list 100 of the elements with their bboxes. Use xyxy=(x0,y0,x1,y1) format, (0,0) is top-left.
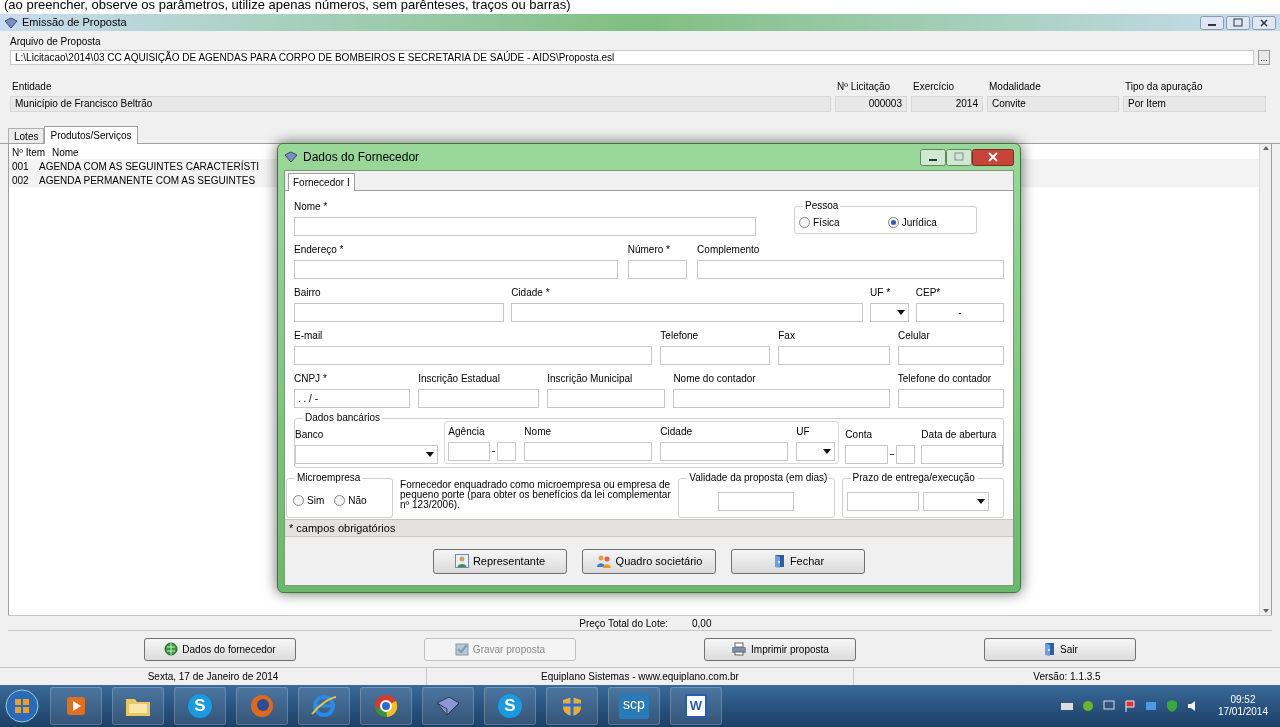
window-title: Emissão de Proposta xyxy=(22,15,127,31)
dash-icon xyxy=(889,453,894,456)
input-field[interactable] xyxy=(673,389,890,408)
document-icon: W xyxy=(685,694,707,718)
tab[interactable]: Produtos/Serviços xyxy=(44,126,138,144)
field-label: Fax xyxy=(778,329,796,343)
field-label: UF * xyxy=(870,286,892,300)
field-label: Nome xyxy=(524,425,553,439)
taskbar-app[interactable] xyxy=(298,687,350,725)
maximize-icon xyxy=(946,148,972,166)
radio-option[interactable]: Física xyxy=(799,214,840,230)
app-icon xyxy=(284,151,298,163)
field-label: Nome do contador xyxy=(673,372,757,386)
taskbar-app[interactable] xyxy=(50,687,102,725)
browser-icon xyxy=(311,694,337,718)
input-field[interactable] xyxy=(294,346,653,365)
dropdown-arrow-icon xyxy=(823,449,832,454)
field-label: Cidade xyxy=(660,425,694,439)
column-header: Nº Item xyxy=(12,146,47,160)
file-path-field[interactable]: L:\Licitacao\2014\03 CC AQUISIÇÃO DE AGENDAS PARA CORPO DE BOMBEIROS E SECRETARIA DE SAÚDE - AIDS\Proposta.esl xyxy=(10,50,1254,65)
taskbar-app[interactable]: scp xyxy=(608,687,660,725)
network-icon xyxy=(1143,699,1158,713)
minimize-icon xyxy=(920,148,946,166)
group-legend: Microempresa xyxy=(295,472,363,484)
input-field[interactable] xyxy=(846,491,919,511)
input-field[interactable] xyxy=(921,445,1003,464)
dash-icon xyxy=(491,450,496,453)
action-button[interactable]: Dados do fornecedor xyxy=(144,637,296,661)
input-field[interactable] xyxy=(418,389,540,408)
readonly-field: 000003 xyxy=(835,96,907,112)
input-field[interactable] xyxy=(497,442,517,461)
app-logo-icon: scp xyxy=(619,693,649,719)
dialog-title: Dados do Fornecedor xyxy=(303,149,420,166)
status-text: Versão: 1.1.3.5 xyxy=(1032,670,1102,684)
input-field[interactable] xyxy=(547,389,666,408)
input-field[interactable] xyxy=(294,217,756,236)
readonly-field: 2014 xyxy=(911,96,983,112)
radio-option[interactable]: Jurídica xyxy=(887,214,937,230)
input-field[interactable] xyxy=(898,346,1004,365)
app-letter-icon: S xyxy=(498,694,522,718)
input-field[interactable] xyxy=(778,346,891,365)
input-field[interactable]: . . / - xyxy=(294,389,411,408)
taskbar-app[interactable] xyxy=(112,687,164,725)
checkmark-icon xyxy=(454,642,469,656)
field-label: Telefone do contador xyxy=(897,372,993,386)
browse-button[interactable]: ... xyxy=(1258,50,1270,65)
input-field[interactable] xyxy=(294,260,618,279)
action-button[interactable]: Sair xyxy=(984,637,1136,661)
input-field[interactable] xyxy=(718,491,795,511)
input-field[interactable] xyxy=(895,445,916,464)
tab[interactable]: Lotes xyxy=(8,128,45,143)
table-cell-text: 001 xyxy=(12,159,30,174)
field-label: Complemento xyxy=(697,243,761,257)
field-label: Endereço * xyxy=(294,243,345,257)
field-label: Cidade * xyxy=(511,286,551,300)
field-label: Modalidade xyxy=(988,80,1042,94)
field-label: Tipo da apuração xyxy=(1124,80,1204,94)
media-player-icon xyxy=(66,696,86,716)
dialog-button[interactable]: Representante xyxy=(433,548,567,574)
chrome-like-icon xyxy=(374,694,398,718)
field-label: Entidade xyxy=(11,80,53,94)
dialog-button[interactable]: Fechar xyxy=(731,548,865,574)
group-legend: Dados bancários xyxy=(303,412,383,424)
input-field[interactable] xyxy=(845,445,888,464)
field-label: Nº Licitação xyxy=(836,80,892,94)
readonly-field: Convite xyxy=(987,96,1119,112)
dropdown[interactable] xyxy=(870,303,909,322)
input-field[interactable] xyxy=(897,389,1004,408)
field-label: CEP* xyxy=(915,286,942,300)
dropdown-arrow-icon xyxy=(896,310,905,315)
input-field[interactable] xyxy=(448,442,490,461)
field-label: Exercício xyxy=(912,80,956,94)
taskbar-app[interactable]: W xyxy=(670,687,722,725)
radio-option[interactable]: Sim xyxy=(293,492,325,508)
input-field[interactable] xyxy=(660,442,789,461)
field-label: Conta xyxy=(845,428,874,442)
taskbar-app[interactable] xyxy=(360,687,412,725)
table-cell-text: AGENDA COM AS SEGUINTES CARACTERÍSTI xyxy=(38,159,260,174)
input-field[interactable] xyxy=(511,303,864,322)
taskbar-app[interactable] xyxy=(546,687,598,725)
group-legend: Prazo de entrega/execução xyxy=(850,472,977,484)
people-icon xyxy=(595,554,612,568)
action-button[interactable]: Imprimir proposta xyxy=(704,637,856,661)
input-field[interactable] xyxy=(660,346,771,365)
input-field[interactable] xyxy=(294,303,505,322)
input-field[interactable] xyxy=(697,260,1004,279)
dropdown[interactable] xyxy=(796,442,836,461)
taskbar-app[interactable] xyxy=(422,687,474,725)
input-field[interactable] xyxy=(627,260,688,279)
radio-option[interactable]: Não xyxy=(334,492,367,508)
minimize-icon xyxy=(1200,15,1224,30)
input-field[interactable] xyxy=(524,442,653,461)
scrollbar[interactable] xyxy=(1259,144,1271,615)
field-label: Nome * xyxy=(294,200,329,214)
field-label: E-mail xyxy=(294,329,324,343)
dialog-button[interactable]: Quadro societário xyxy=(582,548,716,574)
tab[interactable]: Fornecedor I xyxy=(288,173,355,191)
app-icon xyxy=(4,16,18,29)
total-label: Preço Total do Lote: xyxy=(578,616,669,631)
input-field[interactable]: - xyxy=(915,303,1004,322)
